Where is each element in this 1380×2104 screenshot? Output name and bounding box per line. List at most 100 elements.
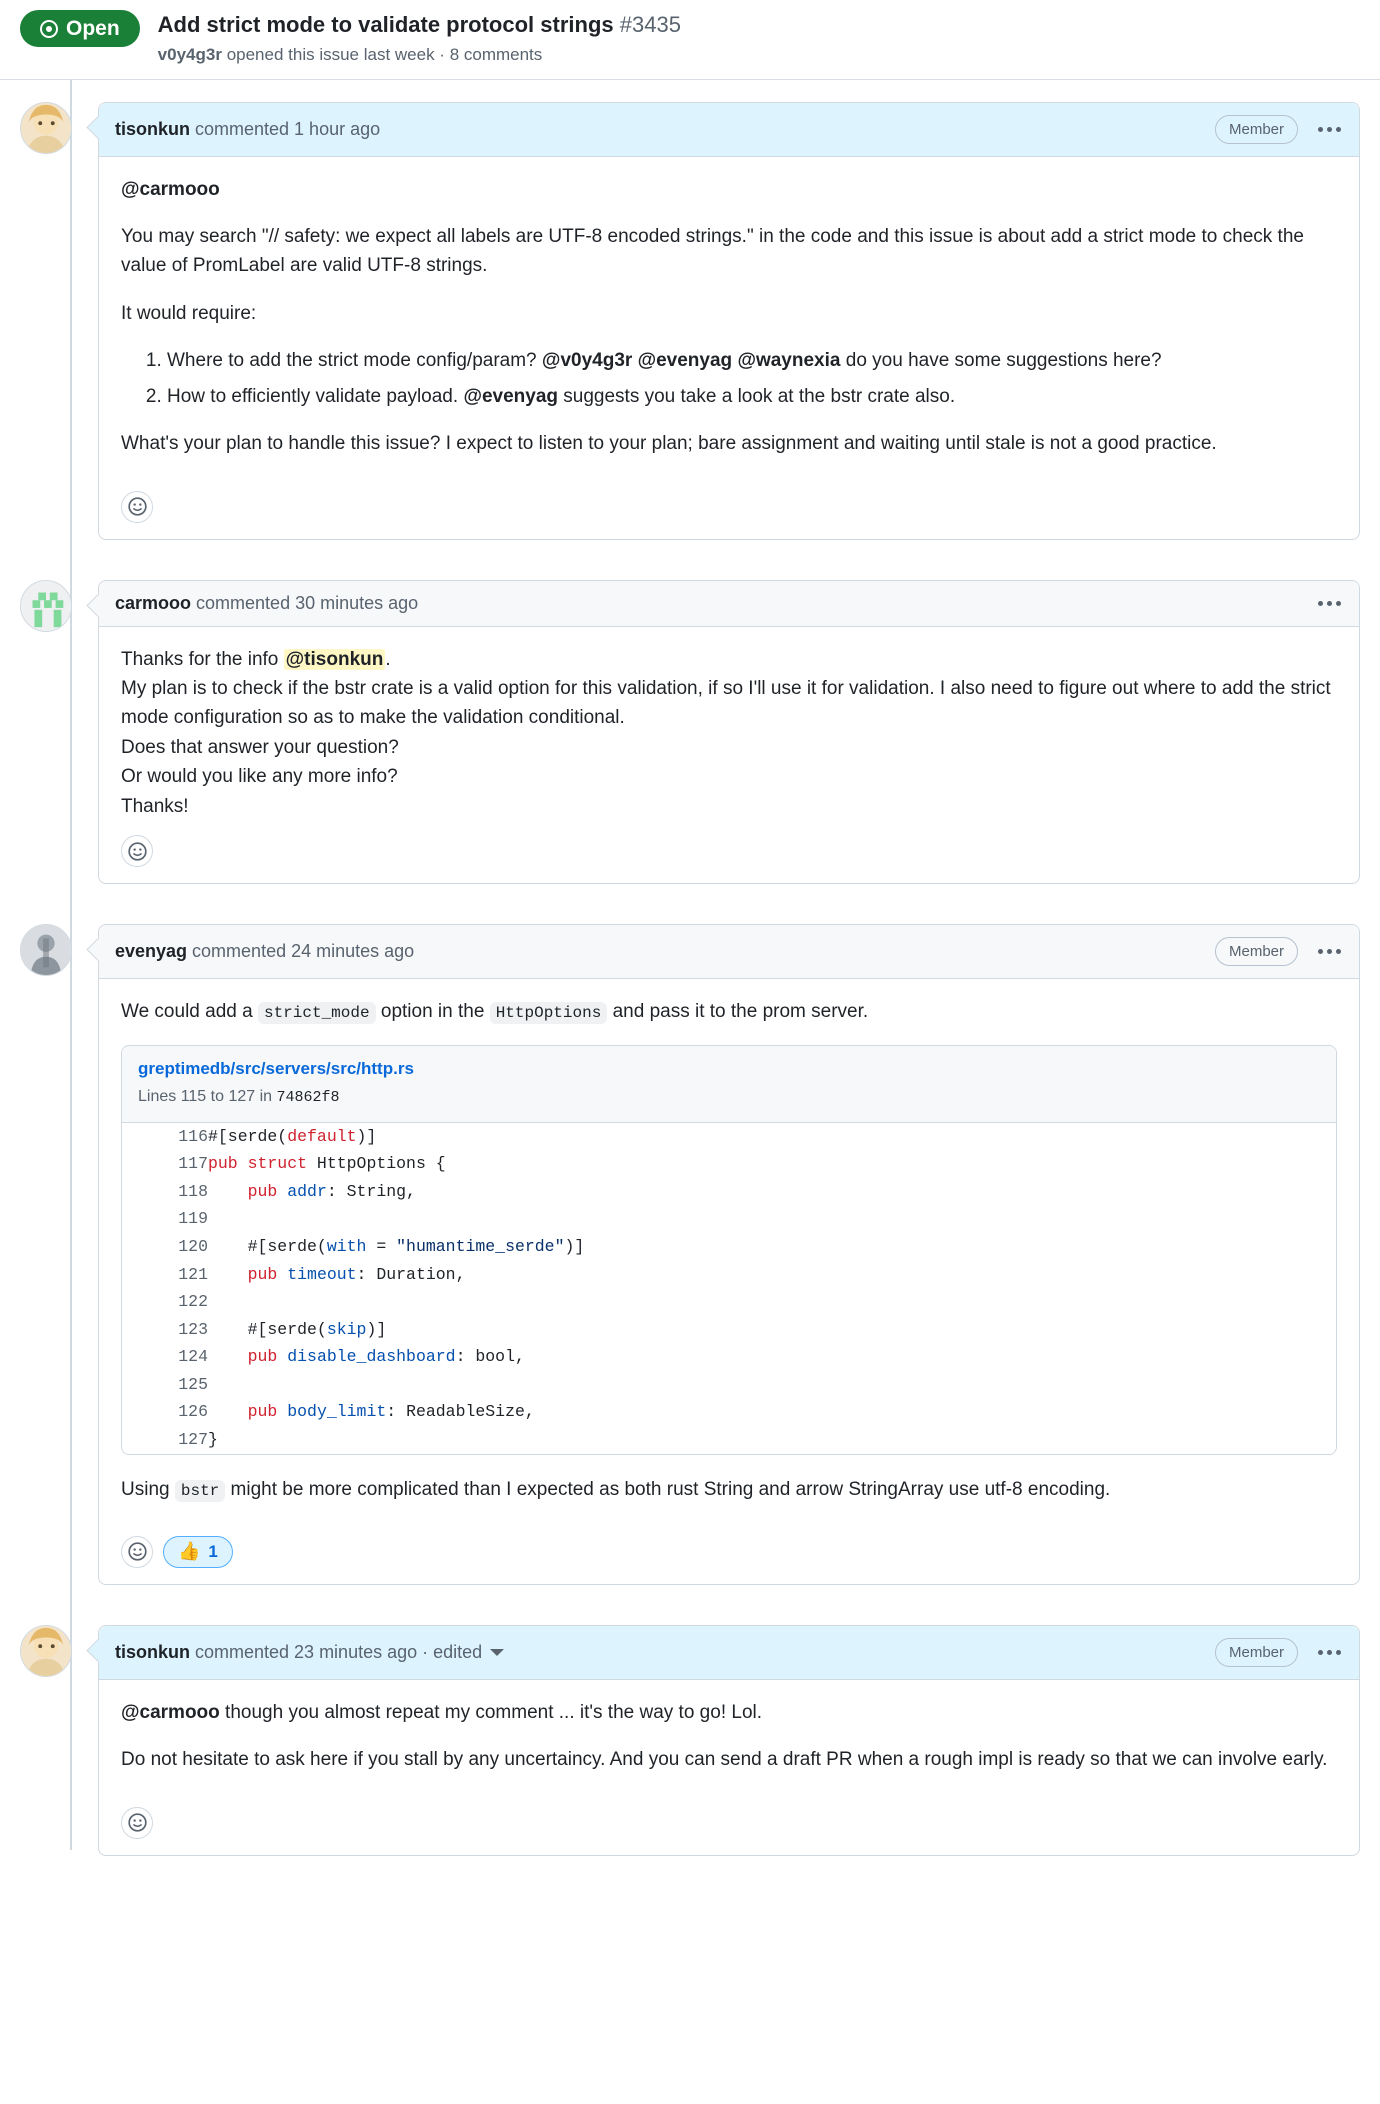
comment-item: tisonkun commented 1 hour ago Member @ca… <box>20 101 1360 540</box>
comment-text: might be more complicated than I expecte… <box>225 1478 1111 1500</box>
comment-timestamp: commented 23 minutes ago · edited <box>195 1641 483 1662</box>
inline-code: HttpOptions <box>489 1002 608 1025</box>
code-line: 118 pub addr: String, <box>122 1178 1336 1206</box>
code-line: 117 pub struct HttpOptions { <box>122 1150 1336 1178</box>
comment-box: carmooo commented 30 minutes ago Thanks … <box>98 579 1360 885</box>
comment-header-actions: Member <box>1214 1637 1343 1667</box>
code-line-number: 125 <box>178 1374 208 1394</box>
comment-author-link[interactable]: tisonkun <box>115 119 190 140</box>
code-line: 116 #[serde(default)] <box>122 1123 1336 1151</box>
code-token: pub <box>247 1181 278 1201</box>
mention-link[interactable]: @carmooo <box>121 1702 220 1723</box>
code-token: addr <box>287 1181 327 1201</box>
code-token: : ReadableSize, <box>386 1402 535 1422</box>
add-reaction-button[interactable] <box>121 1806 153 1839</box>
code-line-number: 123 <box>178 1319 208 1339</box>
code-token: #[serde( <box>208 1237 327 1257</box>
code-token: : String, <box>326 1181 416 1201</box>
smiley-icon <box>127 1813 147 1832</box>
comment-paragraph: You may search "// safety: we expect all… <box>121 225 1304 277</box>
code-token: )] <box>366 1319 387 1339</box>
code-snippet-path-link[interactable]: greptimedb/src/servers/src/http.rs <box>138 1056 1320 1082</box>
comment-item: tisonkun commented 23 minutes ago · edit… <box>20 1624 1360 1856</box>
thumbs-up-icon: 👍 <box>178 1541 201 1562</box>
mention-link[interactable]: @v0y4g3r <box>542 350 632 371</box>
comment-paragraph: @carmooo though you almost repeat my com… <box>121 1698 1337 1727</box>
smiley-icon <box>127 497 147 516</box>
code-line: 123 #[serde(skip)] <box>122 1316 1336 1344</box>
code-token: body_limit <box>287 1402 387 1422</box>
code-line: 124 pub disable_dashboard: bool, <box>122 1343 1336 1371</box>
chevron-down-icon[interactable] <box>490 1648 505 1656</box>
code-line-content: #[serde(skip)] <box>208 1316 1336 1344</box>
code-token: )] <box>564 1237 585 1257</box>
code-line-number: 118 <box>178 1181 208 1201</box>
page-title: Add strict mode to validate protocol str… <box>158 11 681 39</box>
issue-open-icon <box>40 19 58 38</box>
code-line-content: pub disable_dashboard: bool, <box>208 1343 1336 1371</box>
avatar[interactable] <box>20 101 72 154</box>
mention-link[interactable]: @evenyag <box>638 350 733 371</box>
code-line-number: 116 <box>178 1126 208 1146</box>
code-token: )] <box>356 1126 377 1146</box>
code-token: pub <box>247 1264 278 1284</box>
role-badge: Member <box>1214 114 1298 144</box>
comment-item: evenyag commented 24 minutes ago Member … <box>20 924 1360 1585</box>
add-reaction-button[interactable] <box>121 1535 153 1568</box>
comment-header-actions: Member <box>1214 114 1343 144</box>
code-snippet-table: 116 #[serde(default)] 117 pub struct HttpOp… <box>122 1123 1336 1454</box>
mention-link[interactable]: @carmooo <box>121 179 220 200</box>
code-token: pub <box>247 1402 278 1422</box>
code-line: 125 <box>122 1371 1336 1399</box>
reaction-thumbsup-button[interactable]: 👍 1 <box>163 1535 233 1568</box>
comment-author-link[interactable]: tisonkun <box>115 1642 190 1663</box>
comment-header: carmooo commented 30 minutes ago <box>99 580 1359 627</box>
role-badge: Member <box>1214 937 1298 967</box>
comment-text: and pass it to the prom server. <box>607 1001 869 1023</box>
comment-body: @carmooo though you almost repeat my com… <box>99 1680 1359 1801</box>
code-snippet-sha: 74862f8 <box>276 1088 340 1106</box>
add-reaction-button[interactable] <box>121 490 153 523</box>
comment-menu-icon[interactable] <box>1316 947 1343 956</box>
issue-header: Open Add strict mode to validate protoco… <box>0 0 1380 80</box>
code-line: 126 pub body_limit: ReadableSize, <box>122 1398 1336 1426</box>
code-token: pub <box>247 1347 278 1367</box>
comment-menu-icon[interactable] <box>1316 599 1343 608</box>
comment-line-text: Thanks for the info <box>121 648 284 670</box>
comment-line: Thanks! <box>121 795 189 817</box>
mention-link[interactable]: @evenyag <box>463 386 558 407</box>
comment-line: Does that answer your question? <box>121 736 399 758</box>
avatar-image-carmooo <box>21 580 71 631</box>
comment-author-link[interactable]: carmooo <box>115 593 191 614</box>
add-reaction-button[interactable] <box>121 835 153 868</box>
code-line-content <box>208 1205 1336 1233</box>
comment-body: Thanks for the info @tisonkun. My plan i… <box>99 627 1359 830</box>
role-badge: Member <box>1214 1637 1298 1667</box>
avatar[interactable] <box>20 924 72 977</box>
comment-timestamp: commented 1 hour ago <box>195 118 381 139</box>
avatar[interactable] <box>20 1624 72 1677</box>
status-badge: Open <box>20 10 140 47</box>
avatar[interactable] <box>20 579 72 632</box>
mention-link[interactable]: @waynexia <box>737 350 840 371</box>
comment-text: option in the <box>375 1001 490 1023</box>
issue-author-link[interactable]: v0y4g3r <box>158 45 222 64</box>
code-token: HttpOptions { <box>307 1154 446 1174</box>
issue-title-block: Add strict mode to validate protocol str… <box>158 10 681 65</box>
mention-link[interactable]: @tisonkun <box>283 648 386 670</box>
code-line-content: } <box>208 1426 1336 1454</box>
code-line: 122 <box>122 1288 1336 1316</box>
list-item: Where to add the strict mode config/para… <box>167 346 1337 375</box>
comment-line: Or would you like any more info? <box>121 766 398 788</box>
comment-menu-icon[interactable] <box>1316 125 1343 134</box>
comment-text: Using <box>121 1478 175 1500</box>
comment-author-link[interactable]: evenyag <box>115 941 187 962</box>
code-token: "humantime_serde" <box>396 1237 565 1257</box>
comment-header: tisonkun commented 1 hour ago Member <box>99 102 1359 157</box>
comment-menu-icon[interactable] <box>1316 1648 1343 1657</box>
list-item-text-tail: do you have some suggestions here? <box>840 350 1162 372</box>
